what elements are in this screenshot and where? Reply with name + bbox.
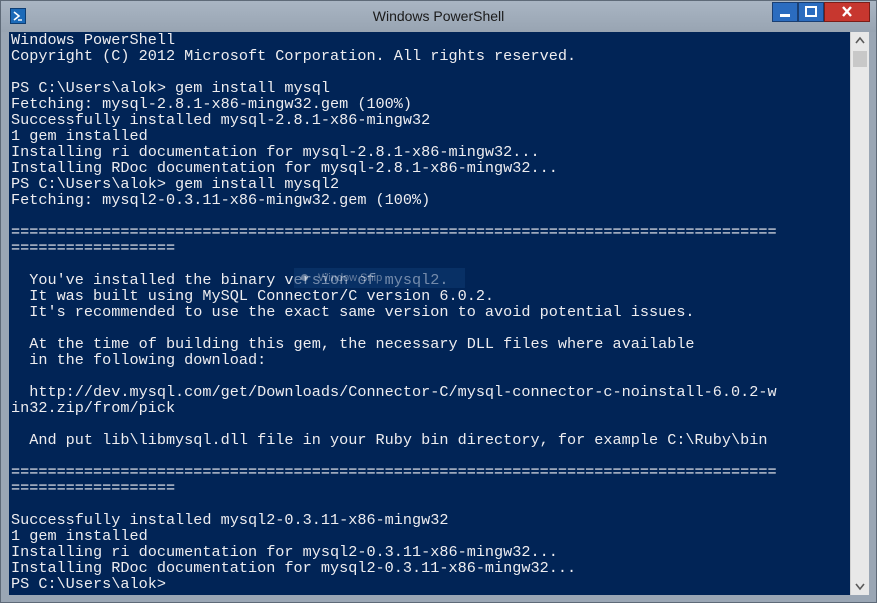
console-line: And put lib\libmysql.dll file in your Ru… <box>11 431 768 449</box>
console-output[interactable]: Windows PowerShell Copyright (C) 2012 Mi… <box>9 32 850 595</box>
console-line: in the following download: <box>11 351 267 369</box>
scroll-down-button[interactable] <box>851 578 869 595</box>
console-text: Windows PowerShell Copyright (C) 2012 Mi… <box>9 32 850 592</box>
minimize-icon <box>780 14 790 17</box>
scroll-down-arrow-icon <box>855 583 865 591</box>
maximize-button[interactable] <box>798 2 824 22</box>
console-line: PS C:\Users\alok> <box>11 575 166 593</box>
snip-icon <box>301 274 308 281</box>
scroll-up-button[interactable] <box>851 32 869 49</box>
close-icon <box>842 6 852 17</box>
console-line: Fetching: mysql2-0.3.11-x86-mingw32.gem … <box>11 191 431 209</box>
minimize-button[interactable] <box>772 2 798 22</box>
vertical-scrollbar[interactable] <box>850 32 869 595</box>
window-title: Windows PowerShell <box>372 8 505 24</box>
scroll-up-arrow-icon <box>855 36 865 44</box>
scroll-thumb[interactable] <box>853 51 867 67</box>
window-snip-label: Window Snip <box>318 272 383 284</box>
console-line: Copyright (C) 2012 Microsoft Corporation… <box>11 47 577 65</box>
console-line: in32.zip/from/pick <box>11 399 176 417</box>
maximize-icon <box>805 6 817 17</box>
console-line: ================== <box>11 479 176 497</box>
powershell-window: Windows PowerShell Windows PowerShell Co… <box>0 0 877 603</box>
close-button[interactable] <box>824 2 870 22</box>
console-line: It's recommended to use the exact same v… <box>11 303 695 321</box>
window-snip-overlay: Window Snip <box>294 268 465 288</box>
console-line: ================== <box>11 239 176 257</box>
title-bar[interactable]: Windows PowerShell <box>1 1 876 32</box>
